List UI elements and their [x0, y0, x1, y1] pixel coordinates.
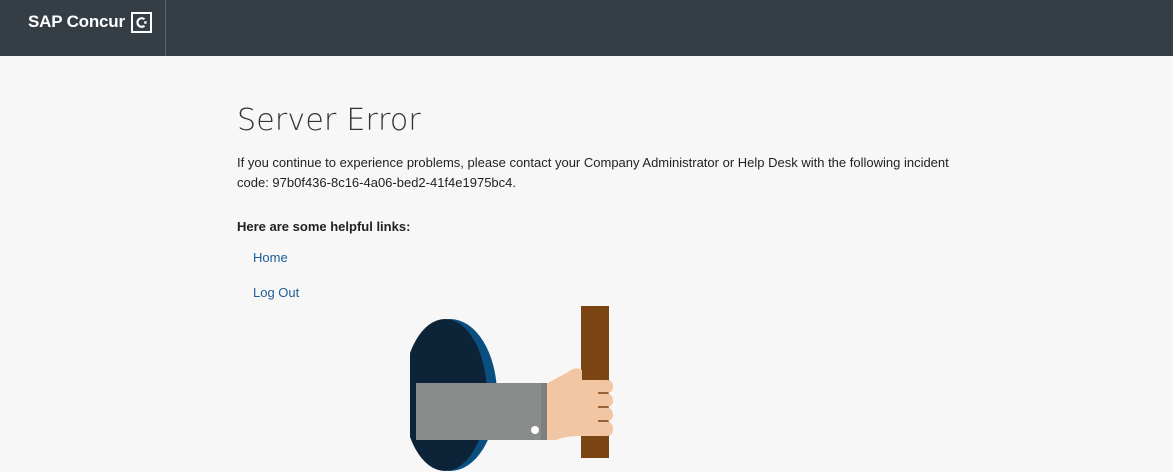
- error-content: Server Error If you continue to experien…: [237, 100, 977, 318]
- top-navigation-bar: SAP Concur: [0, 0, 1173, 56]
- concur-c-logo-icon: [130, 11, 152, 33]
- hand-holding-stick-illustration: [410, 306, 613, 471]
- sap-concur-logo[interactable]: SAP Concur: [28, 11, 152, 33]
- error-message: If you continue to experience problems, …: [237, 155, 949, 190]
- cuff-button: [531, 426, 539, 434]
- helpful-links-heading: Here are some helpful links:: [237, 219, 411, 234]
- log-out-link[interactable]: Log Out: [253, 285, 299, 300]
- list-item: Home: [253, 248, 977, 283]
- cuff: [541, 383, 547, 440]
- page-title: Server Error: [237, 103, 421, 138]
- home-link[interactable]: Home: [253, 250, 288, 265]
- header-divider: [165, 0, 166, 56]
- brand-name: SAP Concur: [28, 12, 125, 31]
- sleeve: [416, 383, 546, 440]
